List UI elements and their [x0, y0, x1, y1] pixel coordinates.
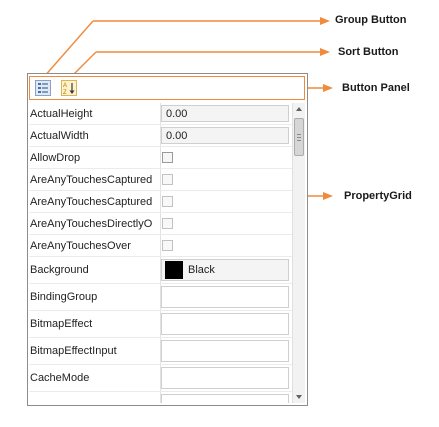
bitmapeffectinput-value[interactable]: [161, 340, 289, 362]
property-name: AllowDrop: [30, 151, 81, 164]
cachemode-value[interactable]: [161, 367, 289, 389]
vertical-scrollbar[interactable]: [292, 103, 305, 403]
readonly-checkbox: [162, 240, 173, 251]
property-row[interactable]: AreAnyTouchesCaptured: [29, 191, 292, 213]
button-panel-callout: Button Panel: [342, 82, 410, 94]
color-name: Black: [188, 264, 215, 276]
bindinggroup-value[interactable]: [161, 286, 289, 308]
property-rows: ActualHeight 0.00 ActualWidth 0.00 Allow…: [29, 103, 292, 403]
property-name: AreAnyTouchesCaptured: [30, 173, 153, 186]
group-button[interactable]: [35, 80, 51, 96]
scroll-down-button[interactable]: [293, 391, 305, 403]
property-name: ActualHeight: [30, 107, 93, 120]
scroll-up-button[interactable]: [293, 103, 305, 115]
actualheight-value[interactable]: 0.00: [161, 105, 289, 122]
readonly-checkbox: [162, 196, 173, 207]
arrow-down-icon: [296, 395, 302, 399]
property-name: BitmapEffectInput: [30, 345, 117, 357]
background-value[interactable]: Black: [161, 259, 289, 281]
svg-text:Z: Z: [63, 90, 67, 95]
property-name: BitmapEffect: [30, 318, 93, 330]
property-value[interactable]: [161, 394, 289, 403]
group-icon: [38, 83, 48, 93]
allowdrop-checkbox[interactable]: [162, 152, 173, 163]
arrow-up-icon: [296, 107, 302, 111]
property-name: BindingGroup: [30, 291, 98, 303]
property-name: ActualWidth: [30, 129, 89, 142]
color-swatch: [165, 261, 183, 279]
property-row[interactable]: BindingGroup: [29, 284, 292, 311]
property-name: AreAnyTouchesCaptured: [30, 195, 153, 208]
property-row[interactable]: ActualWidth 0.00: [29, 125, 292, 147]
property-row[interactable]: [29, 392, 292, 403]
property-row[interactable]: ActualHeight 0.00: [29, 103, 292, 125]
scroll-thumb[interactable]: [294, 118, 304, 156]
sort-button[interactable]: A Z: [61, 80, 77, 96]
property-row[interactable]: AllowDrop: [29, 147, 292, 169]
readonly-checkbox: [162, 218, 173, 229]
svg-text:A: A: [63, 83, 67, 89]
property-name: Background: [30, 264, 89, 276]
property-row[interactable]: AreAnyTouchesCaptured: [29, 169, 292, 191]
property-name: [30, 392, 160, 403]
property-row[interactable]: CacheMode: [29, 365, 292, 392]
property-row[interactable]: AreAnyTouchesOver: [29, 235, 292, 257]
property-row[interactable]: AreAnyTouchesDirectlyO: [29, 213, 292, 235]
group-button-callout: Group Button: [335, 14, 407, 26]
bitmapeffect-value[interactable]: [161, 313, 289, 335]
property-name: AreAnyTouchesOver: [30, 239, 131, 252]
property-name: CacheMode: [30, 372, 90, 384]
property-name: AreAnyTouchesDirectlyO: [30, 217, 153, 230]
sort-button-callout: Sort Button: [338, 46, 399, 58]
property-row[interactable]: Background Black: [29, 257, 292, 284]
property-grid-callout: PropertyGrid: [344, 190, 412, 202]
actualwidth-value[interactable]: 0.00: [161, 127, 289, 144]
property-row[interactable]: BitmapEffect: [29, 311, 292, 338]
property-row[interactable]: BitmapEffectInput: [29, 338, 292, 365]
button-panel: A Z: [29, 76, 305, 100]
sort-icon: A Z: [63, 83, 75, 96]
readonly-checkbox: [162, 174, 173, 185]
